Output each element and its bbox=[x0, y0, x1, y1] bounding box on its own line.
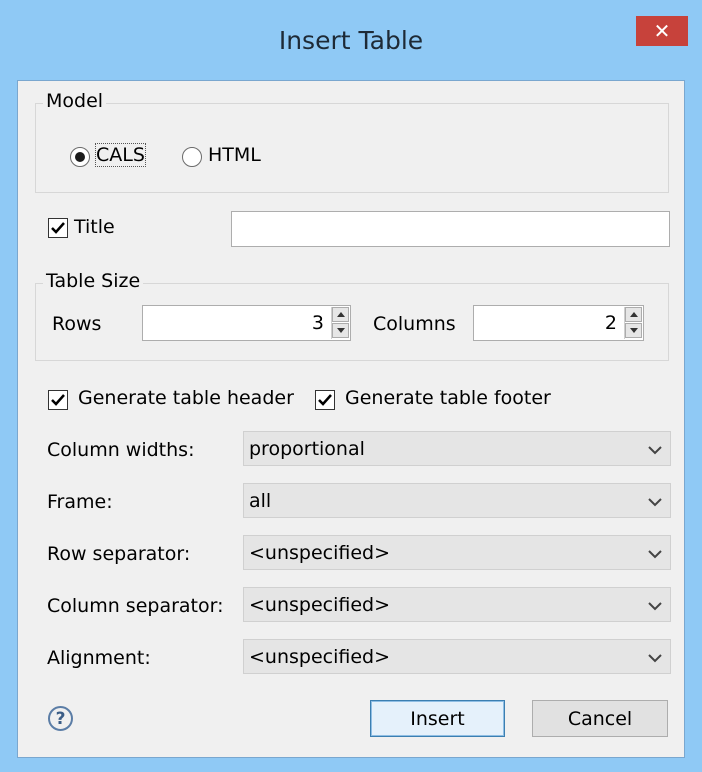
radio-html-label[interactable]: HTML bbox=[208, 144, 261, 166]
dialog-body: Model CALS HTML Title Table Size Rows 3 bbox=[17, 80, 685, 758]
rows-spin-buttons bbox=[331, 307, 349, 339]
spin-up-icon bbox=[336, 312, 345, 317]
column-separator-label: Column separator: bbox=[47, 595, 224, 617]
chevron-down-icon bbox=[648, 654, 662, 663]
radio-html[interactable] bbox=[182, 147, 202, 167]
column-widths-value: proportional bbox=[249, 438, 365, 460]
window-title: Insert Table bbox=[278, 26, 424, 55]
insert-button[interactable]: Insert bbox=[370, 700, 505, 737]
column-separator-value: <unspecified> bbox=[249, 594, 391, 616]
generate-header-label: Generate table header bbox=[78, 387, 294, 409]
insert-button-label: Insert bbox=[410, 707, 465, 730]
columns-spinner[interactable]: 2 bbox=[473, 305, 644, 341]
chevron-down-icon bbox=[648, 498, 662, 507]
table-size-group: Table Size Rows 3 Columns 2 bbox=[35, 270, 669, 361]
generate-footer-label: Generate table footer bbox=[345, 387, 551, 409]
cancel-button[interactable]: Cancel bbox=[532, 700, 668, 737]
chevron-down-icon bbox=[648, 550, 662, 559]
row-separator-label: Row separator: bbox=[47, 543, 191, 565]
spin-up-icon bbox=[629, 312, 638, 317]
checkmark-icon bbox=[318, 394, 332, 406]
row-separator-select[interactable]: <unspecified> bbox=[243, 535, 671, 570]
frame-value: all bbox=[249, 490, 272, 512]
spin-down-icon bbox=[336, 328, 345, 333]
insert-table-dialog: Insert Table ✕ Model CALS HTML Title Tab… bbox=[0, 0, 702, 772]
chevron-down-icon bbox=[648, 446, 662, 455]
rows-value: 3 bbox=[311, 312, 324, 334]
alignment-label: Alignment: bbox=[47, 647, 151, 669]
rows-label: Rows bbox=[52, 313, 102, 335]
columns-increment-button[interactable] bbox=[625, 307, 642, 322]
columns-label: Columns bbox=[373, 313, 456, 335]
rows-spinner[interactable]: 3 bbox=[142, 305, 351, 341]
generate-footer-checkbox[interactable] bbox=[315, 390, 335, 410]
column-widths-select[interactable]: proportional bbox=[243, 431, 671, 466]
checkmark-icon bbox=[51, 222, 65, 234]
title-checkbox[interactable] bbox=[48, 218, 68, 238]
alignment-select[interactable]: <unspecified> bbox=[243, 639, 671, 674]
alignment-value: <unspecified> bbox=[249, 646, 391, 668]
title-label: Title bbox=[74, 216, 115, 238]
title-bar[interactable]: Insert Table ✕ bbox=[0, 0, 702, 80]
title-input[interactable] bbox=[231, 211, 670, 247]
row-separator-value: <unspecified> bbox=[249, 542, 391, 564]
table-size-legend: Table Size bbox=[43, 270, 144, 292]
generate-header-checkbox[interactable] bbox=[48, 390, 68, 410]
checkmark-icon bbox=[51, 394, 65, 406]
rows-increment-button[interactable] bbox=[332, 307, 349, 322]
frame-label: Frame: bbox=[47, 491, 113, 513]
spin-down-icon bbox=[629, 328, 638, 333]
close-icon: ✕ bbox=[653, 19, 671, 43]
columns-value: 2 bbox=[604, 312, 617, 334]
frame-select[interactable]: all bbox=[243, 483, 671, 518]
cancel-button-label: Cancel bbox=[567, 707, 633, 730]
help-button[interactable]: ? bbox=[48, 706, 73, 731]
rows-decrement-button[interactable] bbox=[332, 323, 349, 338]
columns-spin-buttons bbox=[624, 307, 642, 339]
radio-cals-label[interactable]: CALS bbox=[95, 143, 146, 167]
model-group: Model CALS HTML bbox=[35, 90, 669, 193]
column-separator-select[interactable]: <unspecified> bbox=[243, 587, 671, 622]
column-widths-label: Column widths: bbox=[47, 439, 195, 461]
model-legend: Model bbox=[43, 90, 107, 112]
close-button[interactable]: ✕ bbox=[636, 16, 688, 46]
radio-cals[interactable] bbox=[70, 147, 90, 167]
help-icon: ? bbox=[55, 708, 66, 729]
columns-decrement-button[interactable] bbox=[625, 323, 642, 338]
chevron-down-icon bbox=[648, 602, 662, 611]
